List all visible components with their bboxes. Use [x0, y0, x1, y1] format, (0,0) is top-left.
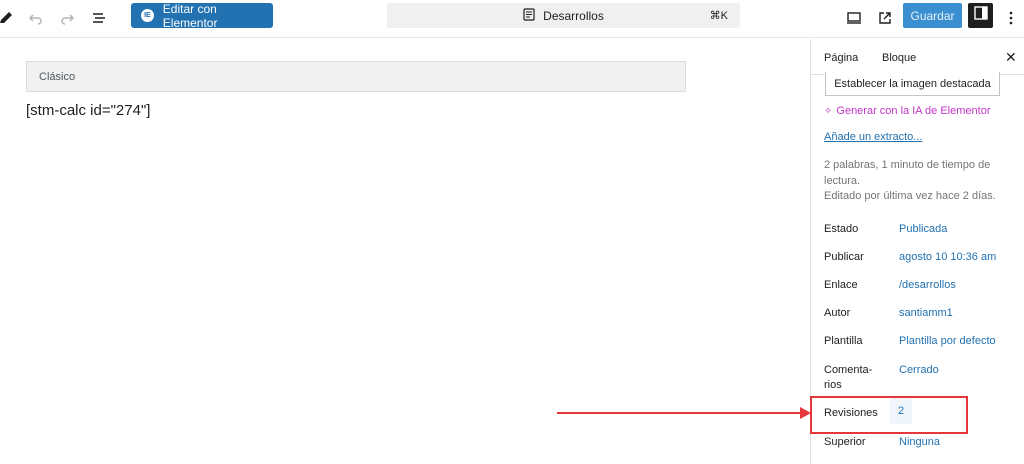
sidebar-toggle-icon — [973, 6, 988, 25]
row-label-autor: Autor — [824, 307, 851, 319]
editor-canvas: Clásico [stm-calc id="274"] — [0, 39, 810, 464]
save-button[interactable]: Guardar — [903, 3, 962, 28]
row-value-publicar[interactable]: agosto 10 10:36 am — [899, 250, 996, 265]
last-edited-info: Editado por última vez hace 2 días. — [824, 190, 996, 202]
row-value-estado[interactable]: Publicada — [899, 222, 947, 237]
row-value-superior[interactable]: Ninguna — [899, 435, 940, 450]
row-label-comentarios: Comenta- rios — [824, 364, 873, 391]
tab-page[interactable]: Página — [824, 52, 858, 64]
desktop-preview-icon[interactable] — [842, 6, 866, 30]
edit-with-elementor-button[interactable]: IE Editar con Elementor — [131, 1, 273, 30]
generate-ai-label: Generar con la IA de Elementor — [836, 105, 991, 117]
shortcode-text[interactable]: [stm-calc id="274"] — [26, 102, 150, 119]
document-icon — [523, 7, 535, 24]
list-view-icon[interactable] — [87, 6, 111, 30]
redo-icon[interactable] — [55, 6, 79, 30]
shortcut-hint: ⌘K — [709, 10, 728, 22]
external-link-icon[interactable] — [873, 6, 897, 30]
annotation-arrow-line — [557, 412, 802, 414]
editor-toolbar: IE Editar con Elementor Desarrollos ⌘K G… — [0, 0, 1024, 38]
pencil-icon[interactable] — [0, 6, 18, 30]
add-excerpt-link[interactable]: Añade un extracto... — [824, 131, 922, 143]
edit-with-elementor-label: Editar con Elementor — [162, 1, 218, 30]
more-options-icon[interactable] — [999, 6, 1023, 30]
row-label-plantilla: Plantilla — [824, 335, 863, 347]
document-title: Desarrollos — [543, 8, 604, 23]
classic-block-header[interactable]: Clásico — [26, 61, 686, 92]
row-value-comentarios[interactable]: Cerrado — [899, 363, 939, 378]
row-value-autor[interactable]: santiamm1 — [899, 306, 953, 321]
row-label-estado: Estado — [824, 223, 859, 235]
row-label-superior: Superior — [824, 436, 866, 448]
set-featured-image-button[interactable]: Establecer la imagen destacada — [825, 72, 1000, 96]
generate-ai-link[interactable]: ✧ Generar con la IA de Elementor — [824, 105, 990, 117]
tab-block[interactable]: Bloque — [882, 52, 916, 64]
undo-icon[interactable] — [24, 6, 48, 30]
row-value-plantilla[interactable]: Plantilla por defecto — [899, 334, 996, 349]
sparkle-icon: ✧ — [824, 105, 833, 117]
close-icon[interactable]: ✕ — [1005, 50, 1017, 64]
command-palette-bar[interactable]: Desarrollos ⌘K — [387, 3, 740, 28]
sidebar-toggle-button[interactable] — [968, 3, 993, 28]
row-value-enlace[interactable]: /desarrollos — [899, 278, 956, 293]
reading-info: 2 palabras, 1 minuto de tiempo de lectur… — [824, 159, 991, 187]
sidebar-tabs: Página Bloque ✕ — [811, 39, 1024, 75]
elementor-logo-icon: IE — [141, 9, 154, 22]
row-label-publicar: Publicar — [824, 251, 864, 263]
annotation-highlight-box — [810, 396, 968, 434]
row-label-enlace: Enlace — [824, 279, 858, 291]
